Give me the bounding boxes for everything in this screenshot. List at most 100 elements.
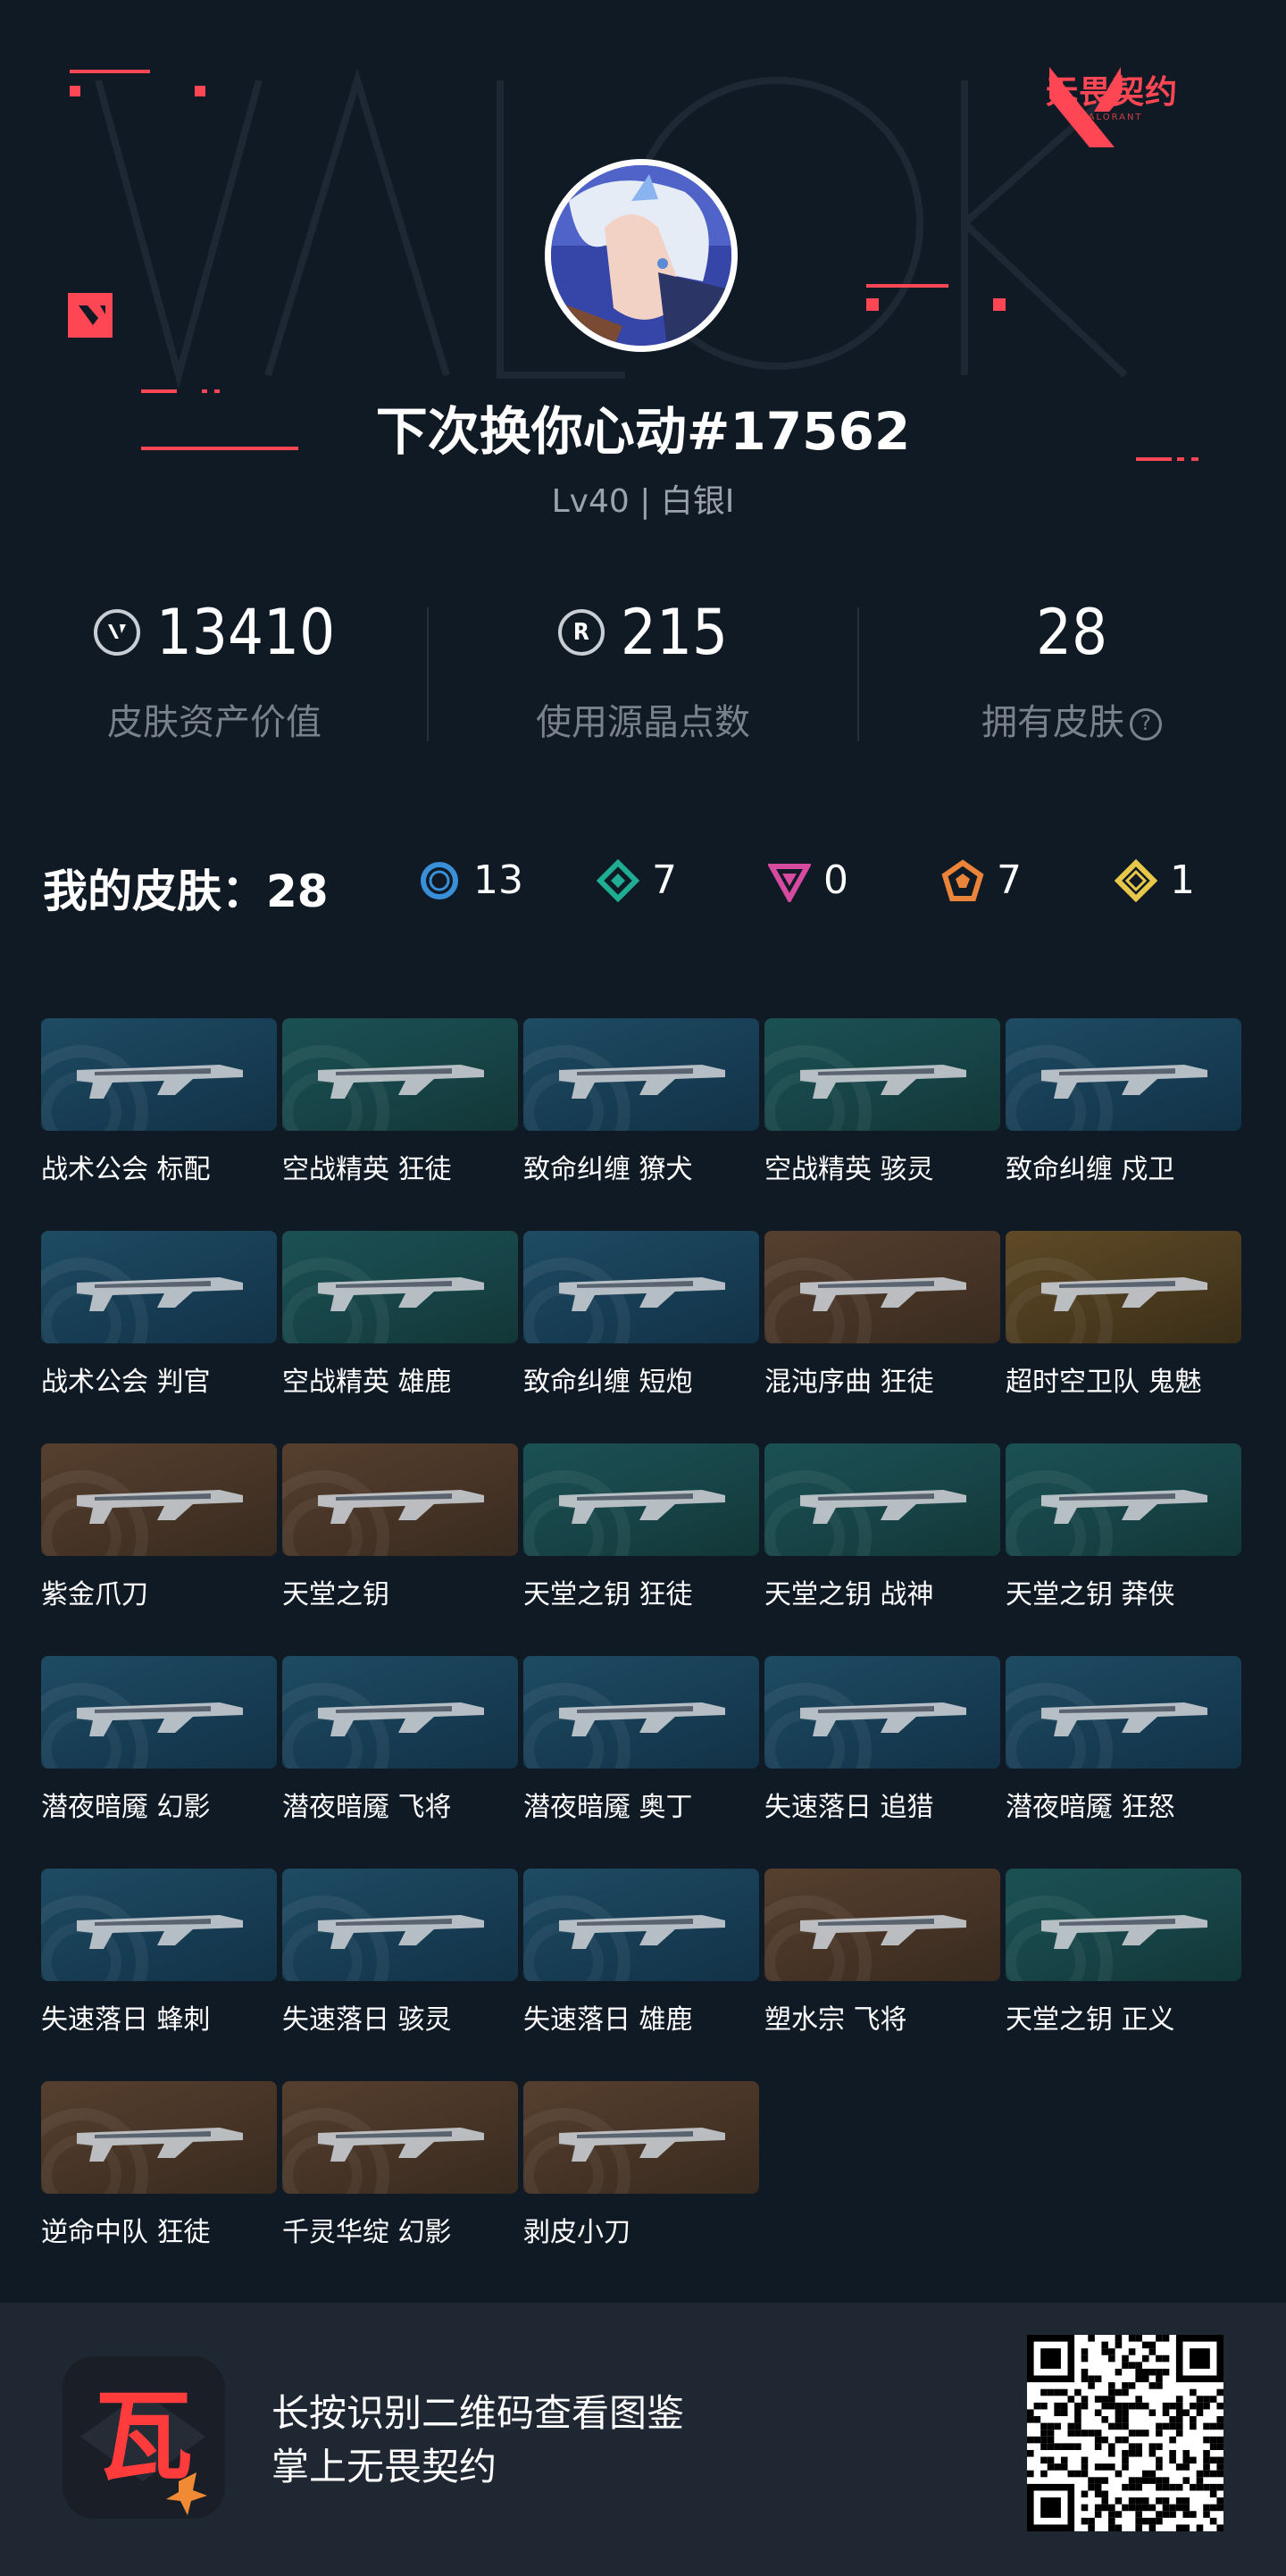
skin-thumbnail xyxy=(282,1656,518,1769)
weapon-icon xyxy=(800,1915,966,1949)
skin-card[interactable]: 失速落日 追猎 xyxy=(764,1656,1000,1824)
footer-bar: 瓦 长按识别二维码查看图鉴 掌上无畏契约 xyxy=(0,2303,1286,2576)
skin-thumbnail xyxy=(1006,1018,1241,1131)
skin-card[interactable]: 塑水宗 飞将 xyxy=(764,1869,1000,2037)
avatar-image xyxy=(551,165,731,346)
select-tier-icon xyxy=(421,861,458,899)
weapon-icon xyxy=(77,1277,243,1311)
skin-card[interactable]: 剥皮小刀 xyxy=(523,2081,759,2249)
skin-thumbnail xyxy=(282,1018,518,1131)
skin-card[interactable]: 天堂之钥 正义 xyxy=(1006,1869,1241,2037)
skin-name: 千灵华绽 幻影 xyxy=(282,2217,452,2248)
weapon-icon xyxy=(318,2128,484,2162)
skin-card[interactable]: 空战精英 骇灵 xyxy=(764,1018,1000,1186)
weapon-icon xyxy=(1041,1702,1207,1736)
skin-name: 紫金爪刀 xyxy=(41,1579,148,1610)
skin-name: 天堂之钥 正义 xyxy=(1006,2004,1175,2036)
skin-thumbnail xyxy=(523,1656,759,1769)
skin-card[interactable]: 潜夜暗魇 飞将 xyxy=(282,1656,518,1824)
weapon-icon xyxy=(77,1915,243,1949)
skin-thumbnail xyxy=(41,1443,277,1556)
skin-name: 塑水宗 飞将 xyxy=(764,2004,907,2036)
weapon-icon xyxy=(77,1490,243,1524)
skin-thumbnail xyxy=(523,1443,759,1556)
skin-name: 致命纠缠 戍卫 xyxy=(1006,1154,1175,1185)
skin-card[interactable]: 天堂之钥 狂徒 xyxy=(523,1443,759,1611)
skin-card[interactable]: 天堂之钥 战神 xyxy=(764,1443,1000,1611)
skin-card[interactable]: 天堂之钥 莽侠 xyxy=(1006,1443,1241,1611)
skin-card[interactable]: 潜夜暗魇 狂怒 xyxy=(1006,1656,1241,1824)
skin-card[interactable]: 致命纠缠 獠犬 xyxy=(523,1018,759,1186)
skin-name: 天堂之钥 xyxy=(282,1579,389,1610)
skin-thumbnail xyxy=(41,1869,277,1981)
skin-card[interactable]: 失速落日 蜂刺 xyxy=(41,1869,277,2037)
skin-summary-title: 我的皮肤：28 xyxy=(43,856,329,920)
skin-thumbnail xyxy=(764,1443,1000,1556)
skin-name: 失速落日 追猎 xyxy=(764,1792,934,1823)
skin-name: 混沌序曲 狂徒 xyxy=(764,1367,934,1398)
skin-card[interactable]: 失速落日 骇灵 xyxy=(282,1869,518,2037)
tier-count: 13 xyxy=(473,857,523,903)
skin-name: 逆命中队 狂徒 xyxy=(41,2217,211,2248)
skin-card[interactable]: 逆命中队 狂徒 xyxy=(41,2081,277,2249)
app-icon[interactable]: 瓦 xyxy=(63,2356,225,2519)
player-name: 下次换你心动#17562 xyxy=(375,401,911,462)
weapon-icon xyxy=(559,1277,725,1311)
skin-card[interactable]: 致命纠缠 短炮 xyxy=(523,1231,759,1399)
qr-code-image xyxy=(1027,2335,1223,2531)
skin-card[interactable]: 天堂之钥 xyxy=(282,1443,518,1611)
skin-name: 战术公会 判官 xyxy=(41,1367,211,1398)
skin-name: 剥皮小刀 xyxy=(523,2217,630,2248)
skin-card[interactable]: 战术公会 判官 xyxy=(41,1231,277,1399)
stat-skin-value: 13410 皮肤资产价值 xyxy=(0,590,429,745)
weapon-icon xyxy=(1041,1915,1207,1949)
skin-name: 战术公会 标配 xyxy=(41,1154,211,1185)
skin-name: 致命纠缠 獠犬 xyxy=(523,1154,693,1185)
skin-card[interactable]: 空战精英 雄鹿 xyxy=(282,1231,518,1399)
tier-count: 7 xyxy=(997,857,1022,903)
skin-name: 失速落日 蜂刺 xyxy=(41,2004,211,2036)
weapon-icon xyxy=(559,1490,725,1524)
skin-summary: 我的皮肤：28 13 7 0 7 1 xyxy=(43,849,1257,920)
weapon-icon xyxy=(318,1277,484,1311)
skin-card[interactable]: 超时空卫队 鬼魅 xyxy=(1006,1231,1241,1399)
stat-value: 13410 xyxy=(155,596,336,669)
stats-row: 13410 皮肤资产价值 R 215 使用源晶点数 28 拥有皮肤? xyxy=(0,590,1286,768)
weapon-icon xyxy=(318,1065,484,1099)
skin-card[interactable]: 混沌序曲 狂徒 xyxy=(764,1231,1000,1399)
skin-name: 失速落日 雄鹿 xyxy=(523,2004,693,2036)
valorant-coin-icon xyxy=(93,609,140,656)
tier-select[interactable]: 13 xyxy=(418,857,523,903)
weapon-icon xyxy=(800,1277,966,1311)
skin-name: 空战精英 雄鹿 xyxy=(282,1367,452,1398)
skin-card[interactable]: 千灵华绽 幻影 xyxy=(282,2081,518,2249)
skin-name: 天堂之钥 莽侠 xyxy=(1006,1579,1175,1610)
avatar[interactable] xyxy=(545,159,738,352)
weapon-icon xyxy=(559,1915,725,1949)
skin-card[interactable]: 潜夜暗魇 幻影 xyxy=(41,1656,277,1824)
skin-name: 空战精英 狂徒 xyxy=(282,1154,452,1185)
skin-thumbnail xyxy=(764,1231,1000,1343)
skin-summary-label: 我的皮肤： xyxy=(43,866,266,917)
skin-card[interactable]: 潜夜暗魇 奥丁 xyxy=(523,1656,759,1824)
radianite-icon: R xyxy=(557,609,605,656)
weapon-icon xyxy=(1041,1277,1207,1311)
skin-thumbnail xyxy=(282,1869,518,1981)
tier-deluxe[interactable]: 7 xyxy=(597,857,677,903)
footer-app-name: 掌上无畏契约 xyxy=(271,2445,497,2488)
tier-exclusive[interactable]: 7 xyxy=(941,857,1022,903)
skin-card[interactable]: 失速落日 雄鹿 xyxy=(523,1869,759,2037)
tier-premium[interactable]: 0 xyxy=(768,857,848,903)
tier-count: 1 xyxy=(1170,857,1195,903)
tier-ultra[interactable]: 1 xyxy=(1115,857,1195,903)
valorant-logo-icon xyxy=(1049,67,1121,147)
skin-card[interactable]: 致命纠缠 戍卫 xyxy=(1006,1018,1241,1186)
skin-thumbnail xyxy=(41,1656,277,1769)
skin-name: 天堂之钥 战神 xyxy=(764,1579,934,1610)
skin-card[interactable]: 空战精英 狂徒 xyxy=(282,1018,518,1186)
qr-code[interactable] xyxy=(1027,2335,1223,2531)
weapon-icon xyxy=(318,1490,484,1524)
skin-card[interactable]: 紫金爪刀 xyxy=(41,1443,277,1611)
help-icon[interactable]: ? xyxy=(1130,708,1162,740)
skin-card[interactable]: 战术公会 标配 xyxy=(41,1018,277,1186)
